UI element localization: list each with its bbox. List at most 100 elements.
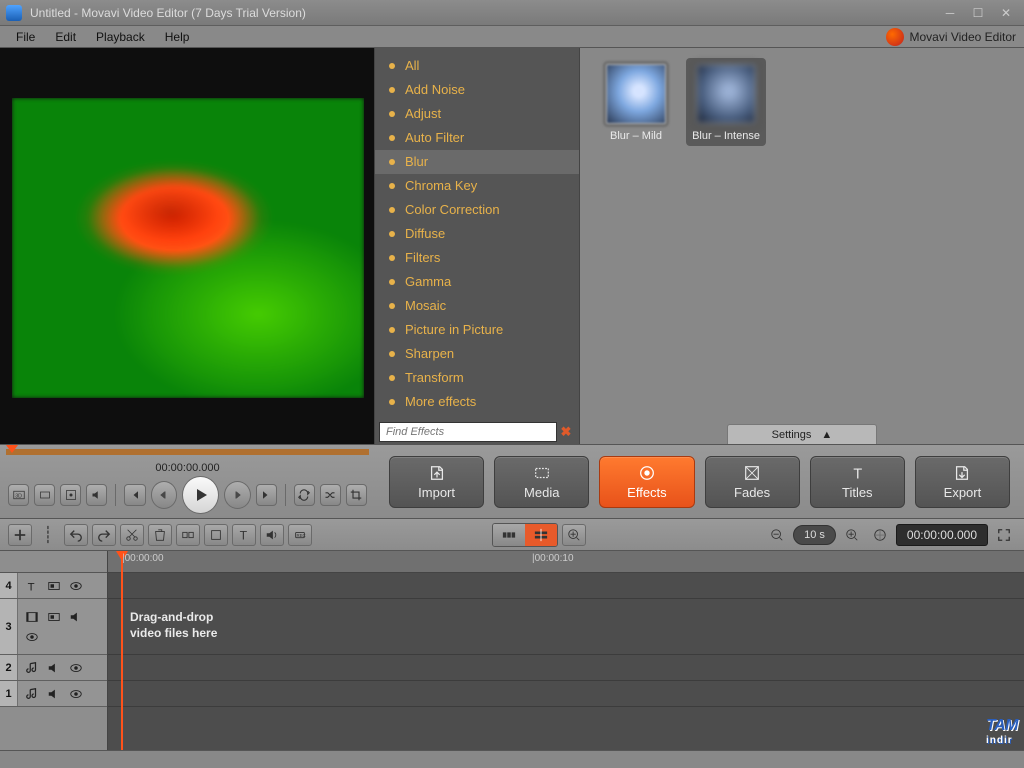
track-row[interactable]: Drag-and-dropvideo files here <box>108 599 1024 655</box>
split-button[interactable] <box>176 524 200 546</box>
settings-expand-button[interactable]: Settings ▲ <box>727 424 877 444</box>
effect-category-item[interactable]: Chroma Key <box>375 174 579 198</box>
effect-category-item[interactable]: Gamma <box>375 270 579 294</box>
effect-category-item[interactable]: All <box>375 54 579 78</box>
minimize-button[interactable]: ─ <box>938 4 962 22</box>
fit-button[interactable] <box>868 524 892 546</box>
effect-category-item[interactable]: Adjust <box>375 102 579 126</box>
timeline-horizontal-scrollbar[interactable] <box>0 750 1024 768</box>
zoom-in-button-2[interactable] <box>840 524 864 546</box>
redo-button[interactable] <box>92 524 116 546</box>
crop-button[interactable] <box>346 484 367 506</box>
tab-export[interactable]: Export <box>915 456 1010 508</box>
track-header-icon[interactable] <box>67 578 85 594</box>
track-header-icon[interactable] <box>23 660 41 676</box>
audio-button[interactable] <box>260 524 284 546</box>
goto-start-button[interactable] <box>124 484 145 506</box>
track-row[interactable] <box>108 681 1024 707</box>
track-area[interactable]: |00:00:00|00:00:10 Drag-and-dropvideo fi… <box>108 551 1024 750</box>
effect-category-item[interactable]: Mosaic <box>375 294 579 318</box>
fades-icon <box>743 464 761 482</box>
menu-edit[interactable]: Edit <box>45 28 86 46</box>
track-row[interactable] <box>108 573 1024 599</box>
loop-button[interactable] <box>294 484 315 506</box>
tab-fades[interactable]: Fades <box>705 456 800 508</box>
effect-category-item[interactable]: Picture in Picture <box>375 318 579 342</box>
effect-category-item[interactable]: Blur <box>375 150 579 174</box>
track-header-icon[interactable] <box>67 609 85 625</box>
progress-marker-icon[interactable] <box>6 445 18 453</box>
tab-effects[interactable]: Effects <box>599 456 694 508</box>
effect-category-label: Sharpen <box>405 345 454 363</box>
zoom-level-label: 10 s <box>804 529 825 541</box>
delete-button[interactable] <box>148 524 172 546</box>
timeline-ruler[interactable]: |00:00:00|00:00:10 <box>108 551 1024 573</box>
zoom-level-pill[interactable]: 10 s <box>793 525 836 545</box>
effect-category-item[interactable]: Add Noise <box>375 78 579 102</box>
menu-file[interactable]: File <box>6 28 45 46</box>
track-header-icon[interactable] <box>45 578 63 594</box>
step-back-button[interactable] <box>151 481 178 509</box>
track-header-icon[interactable] <box>45 660 63 676</box>
ruler-tick: |00:00:00 <box>122 553 164 564</box>
effect-category-item[interactable]: More effects <box>375 390 579 414</box>
tab-titles[interactable]: TTitles <box>810 456 905 508</box>
tab-label: Export <box>944 485 982 500</box>
close-button[interactable]: ✕ <box>994 4 1018 22</box>
track-header-icon[interactable] <box>23 629 41 645</box>
fullscreen-button[interactable] <box>992 524 1016 546</box>
effect-category-item[interactable]: Transform <box>375 366 579 390</box>
find-effects-input[interactable] <box>379 422 557 442</box>
zoom-in-button[interactable] <box>562 524 586 546</box>
effect-category-item[interactable]: Filters <box>375 246 579 270</box>
maximize-button[interactable]: ☐ <box>966 4 990 22</box>
view-mode-button[interactable]: 3D <box>8 484 29 506</box>
record-button[interactable]: REC <box>288 524 312 546</box>
menu-playback[interactable]: Playback <box>86 28 155 46</box>
preview-viewport[interactable] <box>12 98 364 398</box>
bullet-icon <box>389 399 395 405</box>
effect-category-item[interactable]: Sharpen <box>375 342 579 366</box>
aspect-button[interactable] <box>34 484 55 506</box>
track-header[interactable]: 4T <box>0 573 107 599</box>
zoom-out-button[interactable] <box>765 524 789 546</box>
effect-thumbnail[interactable]: Blur – Intense <box>686 58 766 146</box>
crop-tool-button[interactable] <box>204 524 228 546</box>
track-header-icon[interactable] <box>45 609 63 625</box>
goto-end-button[interactable] <box>256 484 277 506</box>
thumbnail-image <box>696 64 756 124</box>
track-header-icon[interactable] <box>67 686 85 702</box>
effect-category-item[interactable]: Color Correction <box>375 198 579 222</box>
effect-category-item[interactable]: Auto Filter <box>375 126 579 150</box>
track-header-icon[interactable] <box>23 609 41 625</box>
add-button[interactable] <box>8 524 32 546</box>
bullet-icon <box>389 159 395 165</box>
step-forward-button[interactable] <box>224 481 251 509</box>
storyboard-view-button[interactable] <box>493 524 525 546</box>
mute-button[interactable] <box>86 484 107 506</box>
track-header[interactable]: 3 <box>0 599 107 655</box>
effect-thumbnail[interactable]: Blur – Mild <box>596 64 676 142</box>
progress-bar[interactable] <box>0 445 375 459</box>
undo-button[interactable] <box>64 524 88 546</box>
snapshot-button[interactable] <box>60 484 81 506</box>
tab-import[interactable]: Import <box>389 456 484 508</box>
shuffle-button[interactable] <box>320 484 341 506</box>
track-header[interactable]: 2 <box>0 655 107 681</box>
play-button[interactable] <box>182 476 218 514</box>
timeline-view-button[interactable] <box>525 524 557 546</box>
track-header-icon[interactable]: T <box>23 578 41 594</box>
track-header-icon[interactable] <box>67 660 85 676</box>
track-header-icon[interactable] <box>45 686 63 702</box>
track-header-icon[interactable] <box>23 686 41 702</box>
tab-media[interactable]: Media <box>494 456 589 508</box>
menu-help[interactable]: Help <box>155 28 200 46</box>
effect-category-item[interactable]: Diffuse <box>375 222 579 246</box>
track-header[interactable]: 1 <box>0 681 107 707</box>
cut-button[interactable] <box>120 524 144 546</box>
title-button[interactable]: T <box>232 524 256 546</box>
track-row[interactable] <box>108 655 1024 681</box>
timeline-timecode[interactable]: 00:00:00.000 <box>896 524 988 546</box>
clear-search-icon[interactable]: ✖ <box>557 424 575 440</box>
thumbnail-image <box>606 64 666 124</box>
